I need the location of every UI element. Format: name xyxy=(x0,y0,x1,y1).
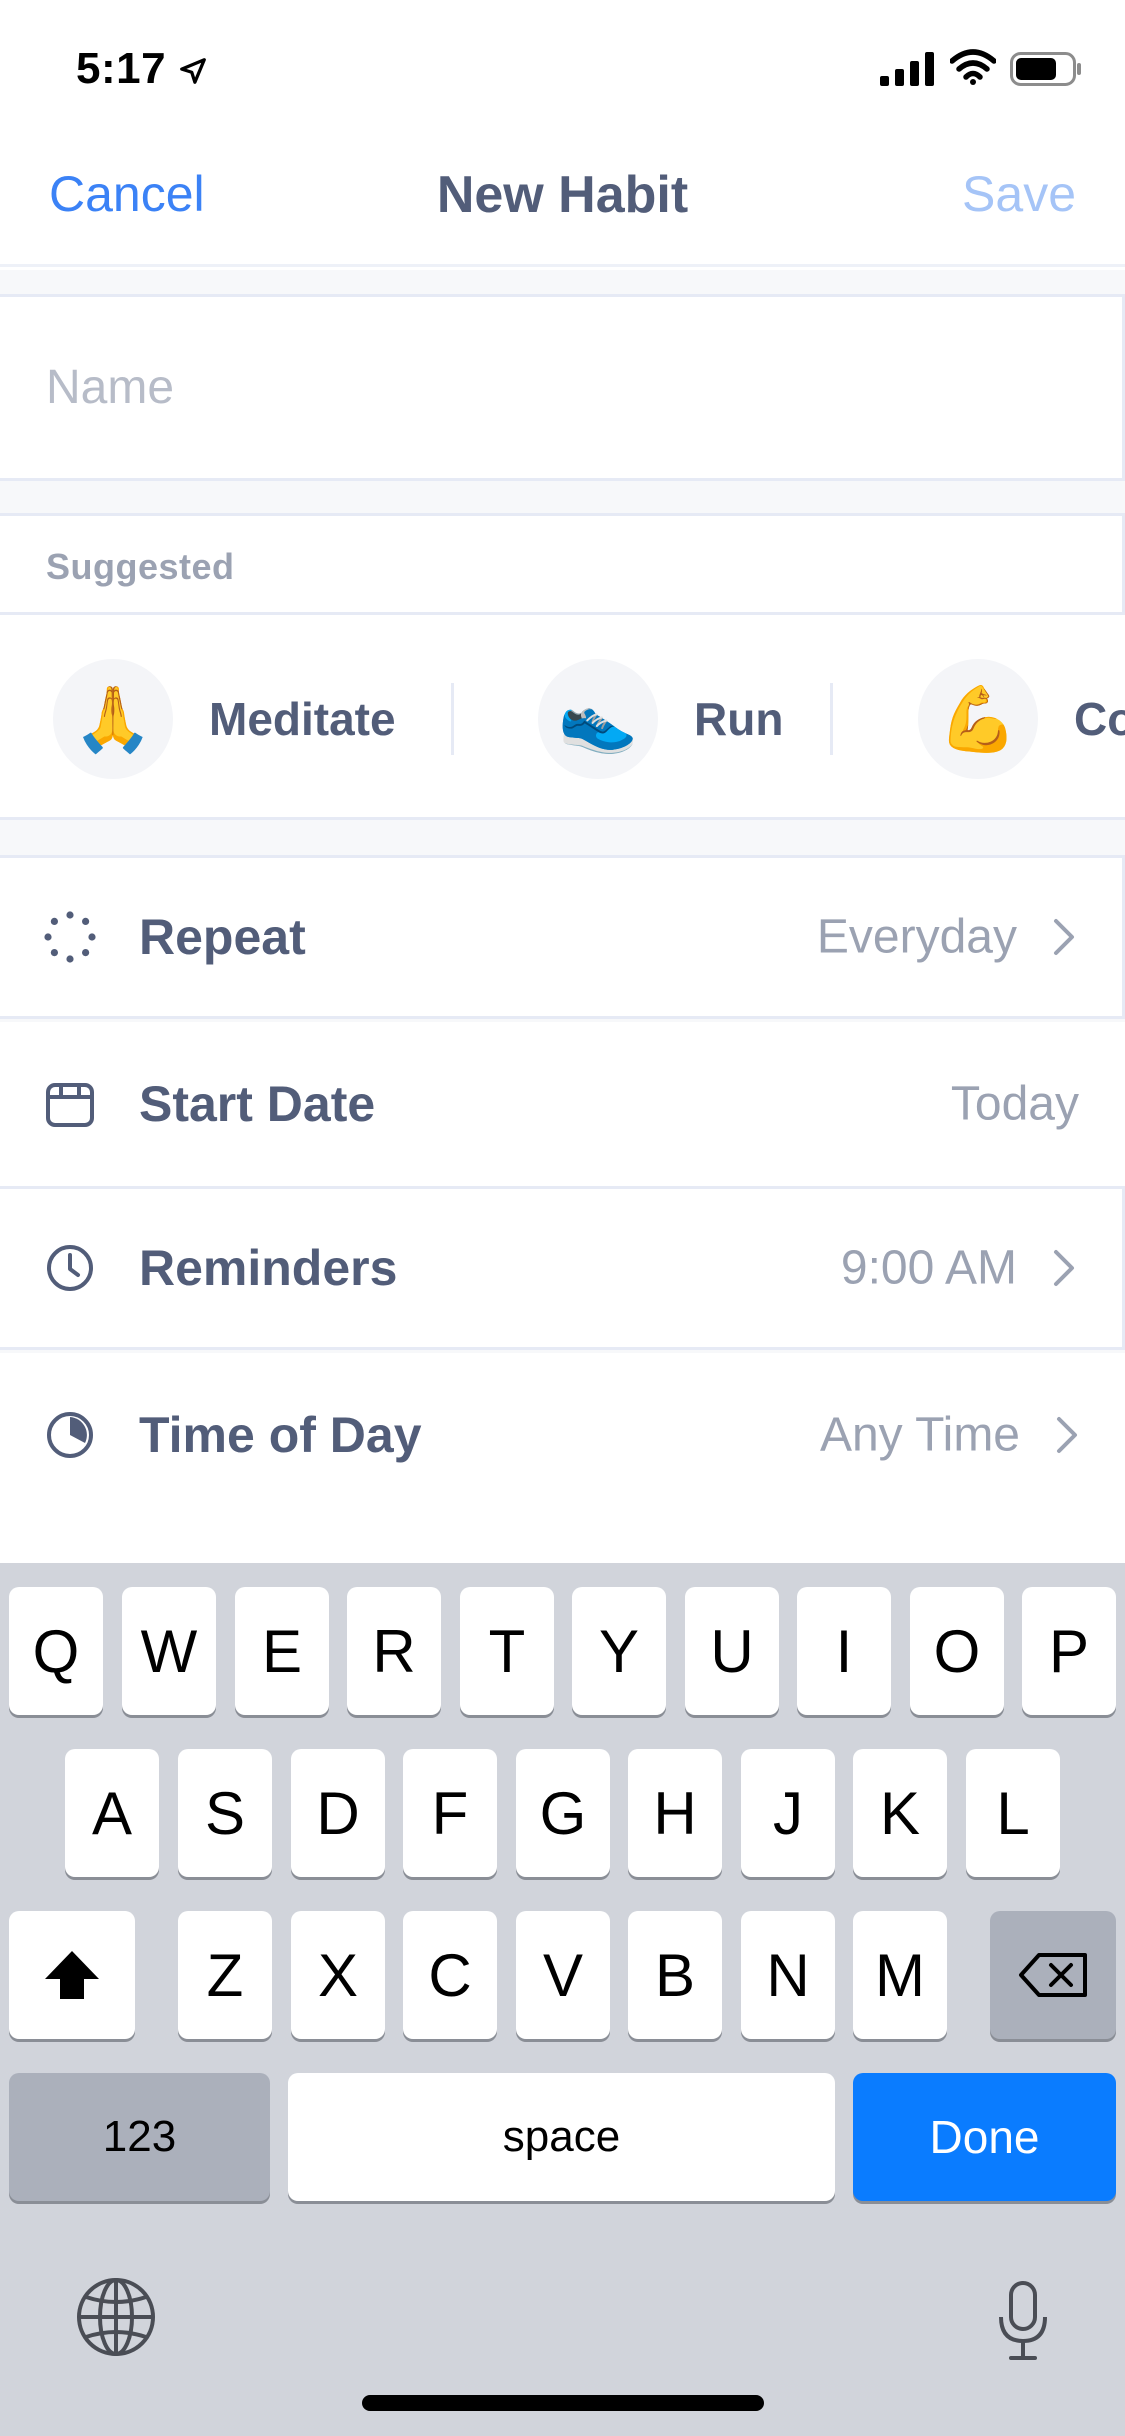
suggested-habit-meditate[interactable]: 🙏 Meditate xyxy=(53,659,396,779)
key-d[interactable]: D xyxy=(291,1749,385,1877)
setting-value: 9:00 AM xyxy=(840,1241,1017,1295)
key-t[interactable]: T xyxy=(460,1587,554,1715)
suggested-label: Suggested xyxy=(46,546,235,587)
microphone-icon[interactable] xyxy=(995,2279,1051,2363)
key-y[interactable]: Y xyxy=(572,1587,666,1715)
wifi-icon xyxy=(950,49,996,85)
navigation-bar: New Habit Cancel Save xyxy=(0,135,1125,267)
key-u[interactable]: U xyxy=(685,1587,779,1715)
chevron-right-icon xyxy=(1057,1417,1077,1453)
key-k[interactable]: K xyxy=(853,1749,947,1877)
status-bar: 5:17 xyxy=(0,0,1125,135)
setting-value: Today xyxy=(950,1077,1079,1131)
key-o[interactable]: O xyxy=(910,1587,1004,1715)
praying-hands-emoji-icon: 🙏 xyxy=(53,659,173,779)
setting-label: Time of Day xyxy=(139,1407,422,1463)
setting-reminders[interactable]: Reminders 9:00 AM xyxy=(0,1186,1125,1350)
key-w[interactable]: W xyxy=(122,1587,216,1715)
shift-icon xyxy=(45,1951,99,1999)
shift-key[interactable] xyxy=(9,1911,135,2039)
suggested-habits-list[interactable]: 🙏 Meditate 👟 Run 💪 Co xyxy=(0,615,1125,820)
key-v[interactable]: V xyxy=(516,1911,610,2039)
suggested-habit-co[interactable]: 💪 Co xyxy=(918,659,1125,779)
suggested-habit-label: Run xyxy=(694,693,784,745)
divider xyxy=(830,683,833,755)
key-q[interactable]: Q xyxy=(9,1587,103,1715)
chevron-right-icon xyxy=(1054,1250,1074,1286)
home-indicator xyxy=(362,2395,764,2411)
key-r[interactable]: R xyxy=(347,1587,441,1715)
keyboard: Q W E R T Y U I O P A S D F G H J K L Z … xyxy=(0,1563,1125,2436)
setting-label: Repeat xyxy=(139,909,306,965)
name-input[interactable] xyxy=(0,294,1125,481)
key-f[interactable]: F xyxy=(403,1749,497,1877)
key-h[interactable]: H xyxy=(628,1749,722,1877)
key-m[interactable]: M xyxy=(853,1911,947,2039)
cancel-button[interactable]: Cancel xyxy=(49,165,205,223)
suggested-habit-label: Meditate xyxy=(209,693,396,745)
key-g[interactable]: G xyxy=(516,1749,610,1877)
flexed-biceps-emoji-icon: 💪 xyxy=(918,659,1038,779)
suggested-section-header: Suggested xyxy=(0,513,1125,615)
key-l[interactable]: L xyxy=(966,1749,1060,1877)
space-key[interactable]: space xyxy=(288,2073,835,2201)
key-j[interactable]: J xyxy=(741,1749,835,1877)
calendar-icon xyxy=(46,1083,94,1127)
time-of-day-icon xyxy=(47,1412,93,1458)
divider xyxy=(451,683,454,755)
suggested-habit-run[interactable]: 👟 Run xyxy=(538,659,783,779)
cellular-signal-icon xyxy=(880,52,934,86)
save-button[interactable]: Save xyxy=(962,165,1076,223)
setting-value: Any Time xyxy=(819,1408,1020,1462)
key-z[interactable]: Z xyxy=(178,1911,272,2039)
key-x[interactable]: X xyxy=(291,1911,385,2039)
key-a[interactable]: A xyxy=(65,1749,159,1877)
backspace-key[interactable] xyxy=(990,1911,1116,2039)
globe-icon[interactable] xyxy=(74,2275,158,2359)
clock-icon xyxy=(47,1245,93,1291)
setting-value: Everyday xyxy=(816,910,1017,964)
setting-repeat[interactable]: Repeat Everyday xyxy=(0,855,1125,1019)
key-b[interactable]: B xyxy=(628,1911,722,2039)
setting-label: Start Date xyxy=(139,1076,376,1132)
backspace-icon xyxy=(1019,1953,1087,1997)
repeat-icon xyxy=(44,911,96,963)
key-e[interactable]: E xyxy=(235,1587,329,1715)
status-time: 5:17 xyxy=(76,44,167,93)
location-arrow-icon xyxy=(180,58,206,84)
key-s[interactable]: S xyxy=(178,1749,272,1877)
suggested-habit-label: Co xyxy=(1074,693,1125,745)
done-key[interactable]: Done xyxy=(853,2073,1116,2201)
key-n[interactable]: N xyxy=(741,1911,835,2039)
battery-icon xyxy=(1010,52,1081,86)
setting-start-date[interactable]: Start Date Today xyxy=(0,1022,1125,1186)
setting-time-of-day[interactable]: Time of Day Any Time xyxy=(0,1353,1125,1517)
key-p[interactable]: P xyxy=(1022,1587,1116,1715)
key-i[interactable]: I xyxy=(797,1587,891,1715)
running-shoe-emoji-icon: 👟 xyxy=(538,659,658,779)
chevron-right-icon xyxy=(1054,919,1074,955)
key-c[interactable]: C xyxy=(403,1911,497,2039)
numbers-key[interactable]: 123 xyxy=(9,2073,270,2201)
setting-label: Reminders xyxy=(139,1240,398,1296)
